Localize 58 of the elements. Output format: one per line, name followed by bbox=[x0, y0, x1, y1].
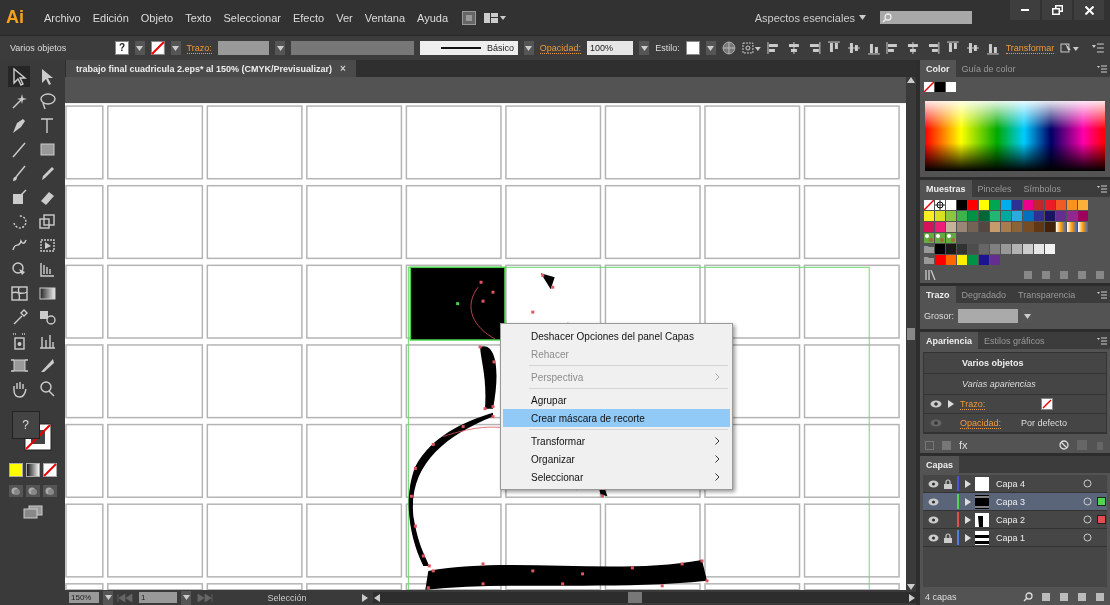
layer-row[interactable]: Capa 3 bbox=[923, 493, 1107, 511]
layer-name: Capa 2 bbox=[995, 514, 1027, 525]
opacity-link[interactable]: Opacidad: bbox=[960, 417, 1002, 429]
stroke-link[interactable]: Trazo: bbox=[960, 398, 986, 410]
current-tool-label: Selección bbox=[266, 592, 308, 603]
menu-item[interactable]: Seleccionar bbox=[503, 468, 730, 486]
panel-tab[interactable]: Capas bbox=[920, 456, 959, 473]
panel-tab[interactable]: Guía de color bbox=[955, 60, 1022, 77]
document-tab[interactable]: trabajo final cuadricula 2.eps* al 150% (CMYK/Previsualizar) × bbox=[66, 60, 356, 77]
menu-item[interactable]: Edición bbox=[86, 11, 135, 24]
tab-close-button[interactable]: × bbox=[340, 63, 346, 74]
menu-item[interactable]: Ver bbox=[330, 11, 359, 24]
panel-tab[interactable]: Trazo bbox=[920, 286, 956, 303]
menu-item[interactable]: Agrupar bbox=[503, 391, 730, 409]
brush-profile-dropdown[interactable]: Básico bbox=[419, 41, 518, 55]
panel-tab[interactable]: Muestras bbox=[920, 180, 972, 197]
panel-tab[interactable]: Color bbox=[920, 60, 956, 77]
panel-tab[interactable]: Apariencia bbox=[920, 332, 979, 349]
menu-item[interactable]: Archivo bbox=[38, 11, 87, 24]
menu-item[interactable]: Seleccionar bbox=[217, 11, 287, 24]
menu-item[interactable]: Objeto bbox=[134, 11, 180, 24]
panel-tab[interactable]: Símbolos bbox=[1017, 180, 1068, 197]
menu-item[interactable]: Crear máscara de recorte bbox=[503, 409, 730, 427]
menu-item[interactable]: Transformar bbox=[503, 432, 730, 450]
menu-item[interactable]: Texto bbox=[179, 11, 218, 24]
layer-row[interactable]: Capa 1 bbox=[923, 529, 1107, 547]
fill-swatch[interactable]: ? bbox=[11, 411, 40, 439]
workspace-switcher[interactable]: Aspectos esenciales bbox=[754, 11, 855, 24]
menu-item[interactable]: Deshacer Opciones del panel Capas bbox=[503, 327, 730, 345]
opacity-field[interactable]: 100% bbox=[586, 41, 634, 55]
appearance-title: Varios objetos bbox=[924, 353, 1106, 374]
page-field[interactable]: 1 bbox=[139, 592, 177, 603]
app-logo: Ai bbox=[6, 7, 24, 28]
layer-count: 4 capas bbox=[925, 592, 958, 602]
layer-name: Capa 3 bbox=[995, 496, 1027, 507]
menu-item[interactable]: Efecto bbox=[286, 11, 331, 24]
menu-item[interactable]: Organizar bbox=[503, 450, 730, 468]
layer-row[interactable]: Capa 2 bbox=[923, 511, 1107, 529]
appearance-subtitle: Varias apariencias bbox=[924, 374, 1106, 395]
transform-link[interactable]: Transformar bbox=[1005, 42, 1055, 54]
selection-label: Varios objetos bbox=[10, 43, 68, 53]
panel-tab[interactable]: Estilos gráficos bbox=[978, 332, 1051, 349]
panel-tab[interactable]: Degradado bbox=[955, 286, 1013, 303]
add-effect-button[interactable]: fx bbox=[959, 439, 968, 451]
panel-tab[interactable]: Pinceles bbox=[971, 180, 1018, 197]
weight-label: Grosor: bbox=[924, 311, 954, 321]
document-title: trabajo final cuadricula 2.eps* al 150% (CMYK/Previsualizar) bbox=[76, 63, 333, 74]
stroke-link[interactable]: Trazo: bbox=[186, 42, 212, 54]
menu-item[interactable]: Ventana bbox=[358, 11, 412, 24]
layer-name: Capa 4 bbox=[995, 478, 1027, 489]
opacity-value: Por defecto bbox=[1021, 418, 1068, 428]
menu-item[interactable]: Ayuda bbox=[411, 11, 455, 24]
layer-name: Capa 1 bbox=[995, 532, 1027, 543]
panel-tab[interactable]: Transparencia bbox=[1012, 286, 1082, 303]
fill-swatch[interactable]: ? bbox=[115, 41, 129, 55]
style-label: Estilo: bbox=[655, 43, 680, 53]
opacity-link[interactable]: Opacidad: bbox=[539, 42, 581, 54]
zoom-field[interactable]: 150% bbox=[69, 592, 99, 603]
